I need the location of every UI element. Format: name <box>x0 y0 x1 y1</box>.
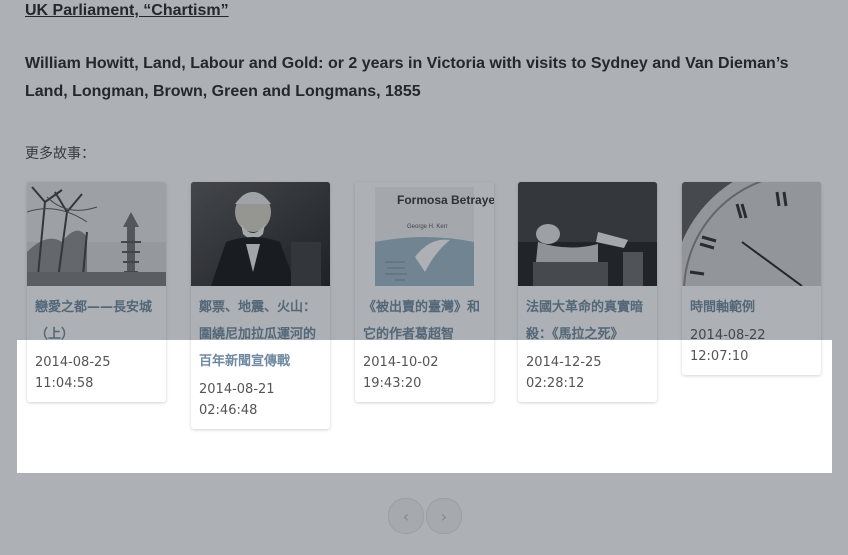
story-card[interactable]: 法國大革命的真實暗殺：《馬拉之死》 2014-12-25 02:28:12 <box>518 182 657 402</box>
card-date: 2014-08-21 02:46:48 <box>199 379 322 421</box>
story-card[interactable]: 戀愛之都——長安城（上） 2014-08-25 11:04:58 <box>27 182 166 402</box>
card-date: 2014-10-02 19:43:20 <box>363 352 486 394</box>
chevron-left-icon: ‹ <box>402 506 410 526</box>
reference-link[interactable]: UK Parliament, “Chartism” <box>25 0 229 22</box>
city-pagoda-photo[interactable] <box>27 182 166 286</box>
dim-overlay-bottom <box>0 473 848 555</box>
card-date: 2014-08-25 11:04:58 <box>35 352 158 394</box>
book-cover-author: George H. Kerr <box>407 224 448 230</box>
card-date-time: 12:07:10 <box>690 349 749 364</box>
dim-overlay-left <box>0 340 17 473</box>
carousel-prev-button[interactable]: ‹ <box>388 498 424 534</box>
painting-image[interactable] <box>518 182 657 286</box>
card-title[interactable]: 鄭票、地震、火山：圍繞尼加拉瓜運河的百年新聞宣傳戰 <box>199 294 322 375</box>
story-card[interactable]: Formosa Betrayed George H. Kerr 《被出賣的臺灣》… <box>355 182 494 402</box>
book-cover-title: Formosa Betrayed <box>397 193 494 207</box>
reference-text: William Howitt, Land, Labour and Gold: o… <box>25 55 789 100</box>
book-cover-image[interactable]: Formosa Betrayed George H. Kerr <box>355 182 494 286</box>
card-date-time: 11:04:58 <box>35 376 94 391</box>
clock-photo[interactable] <box>682 182 821 286</box>
portrait-photo[interactable] <box>191 182 330 286</box>
card-date-time: 02:46:48 <box>199 403 258 418</box>
card-date-time: 19:43:20 <box>363 376 422 391</box>
dim-overlay-right <box>832 340 848 473</box>
story-card[interactable]: 鄭票、地震、火山：圍繞尼加拉瓜運河的百年新聞宣傳戰 2014-08-21 02:… <box>191 182 330 429</box>
card-date-day: 2014-08-25 <box>35 355 111 370</box>
card-date-day: 2014-12-25 <box>526 355 602 370</box>
card-title[interactable]: 時間軸範例 <box>690 294 813 321</box>
story-card[interactable]: 時間軸範例 2014-08-22 12:07:10 <box>682 182 821 375</box>
carousel-next-button[interactable]: › <box>426 498 462 534</box>
card-title[interactable]: 《被出賣的臺灣》和它的作者葛超智 <box>363 294 486 348</box>
card-title[interactable]: 法國大革命的真實暗殺：《馬拉之死》 <box>526 294 649 348</box>
card-date-time: 02:28:12 <box>526 376 585 391</box>
page: UK Parliament, “Chartism” William Howitt… <box>0 0 848 555</box>
card-date-day: 2014-10-02 <box>363 355 439 370</box>
card-date-day: 2014-08-22 <box>690 328 766 343</box>
card-date: 2014-12-25 02:28:12 <box>526 352 649 394</box>
card-title[interactable]: 戀愛之都——長安城（上） <box>35 294 158 348</box>
chevron-right-icon: › <box>440 506 448 526</box>
more-stories-label: 更多故事： <box>25 146 95 162</box>
card-date-day: 2014-08-21 <box>199 382 275 397</box>
card-date: 2014-08-22 12:07:10 <box>690 325 813 367</box>
